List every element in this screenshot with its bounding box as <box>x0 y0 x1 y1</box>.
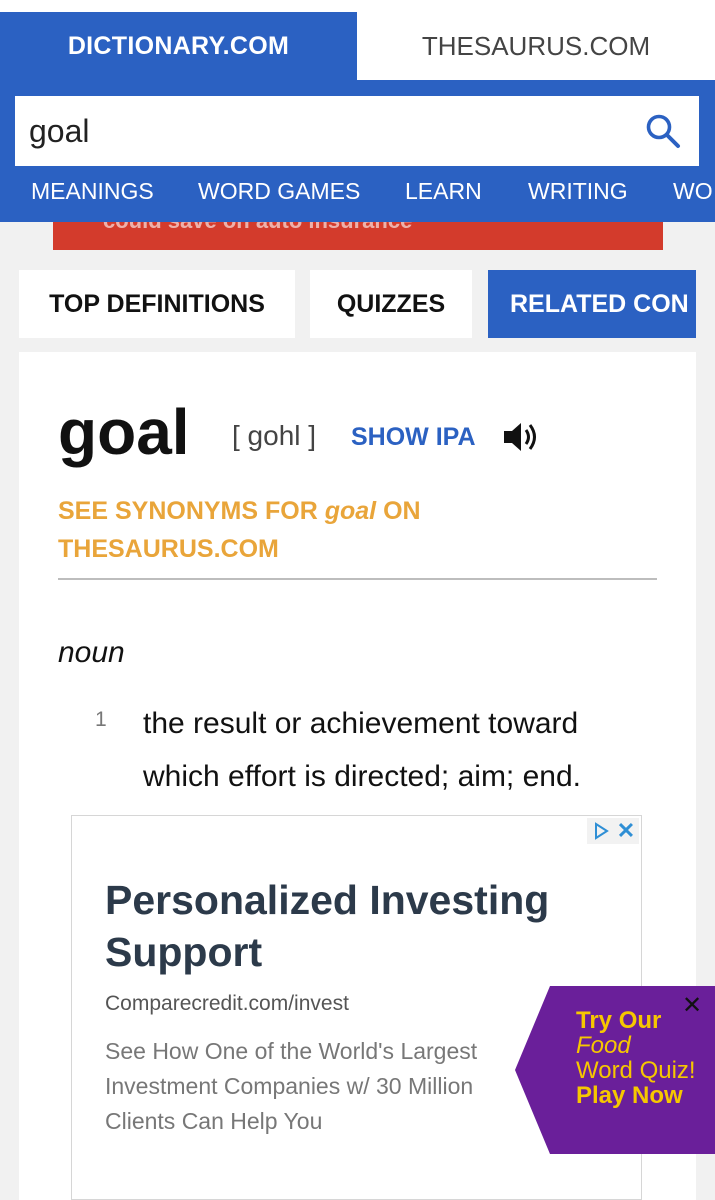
tab-related-label: RELATED CON <box>510 290 689 318</box>
definition-number: 1 <box>95 708 107 731</box>
ad-choices-icon[interactable] <box>587 818 613 844</box>
promo-word-quiz: Word Quiz! <box>576 1057 696 1084</box>
promo-play-now: Play Now <box>576 1082 683 1109</box>
nav-word-games[interactable]: WORD GAMES <box>198 178 360 205</box>
tab-dictionary[interactable]: DICTIONARY.COM <box>0 12 357 80</box>
tab-quizzes[interactable]: QUIZZES <box>310 270 472 338</box>
quiz-promo-text[interactable]: Try Our Food Word Quiz! Play Now <box>576 1008 706 1108</box>
search-bar <box>15 96 699 166</box>
nav-meanings[interactable]: MEANINGS <box>31 178 154 205</box>
nav-writing[interactable]: WRITING <box>528 178 628 205</box>
pronunciation: [ gohl ] <box>232 420 317 451</box>
promo-food: Food <box>576 1032 631 1059</box>
promo-banner[interactable]: could save on auto insurance <box>53 222 663 250</box>
ad-title[interactable]: Personalized Investing Support <box>105 874 605 978</box>
divider <box>58 578 657 580</box>
close-icon[interactable]: ✕ <box>613 818 639 844</box>
nav-more[interactable]: WO <box>673 178 713 205</box>
show-ipa-button[interactable]: SHOW IPA <box>351 423 476 452</box>
tab-thesaurus[interactable]: THESAURUS.COM <box>357 12 715 80</box>
definition-text: the result or achievement toward which e… <box>143 707 581 793</box>
tab-related-content[interactable]: RELATED CON <box>488 270 696 338</box>
main-nav: MEANINGS WORD GAMES LEARN WRITING WO <box>0 178 715 212</box>
nav-learn[interactable]: LEARN <box>405 178 482 205</box>
part-of-speech: noun <box>58 636 125 669</box>
tab-top-definitions[interactable]: TOP DEFINITIONS <box>19 270 295 338</box>
synonyms-word: goal <box>324 497 377 525</box>
speaker-icon[interactable] <box>502 420 540 454</box>
promo-banner-text: could save on auto insurance <box>103 222 412 234</box>
ad-description: See How One of the World's Largest Inves… <box>105 1038 478 1134</box>
headword: goal <box>58 396 190 468</box>
synonyms-prefix: SEE SYNONYMS FOR <box>58 497 325 525</box>
search-input[interactable] <box>29 96 629 166</box>
search-icon[interactable] <box>645 113 681 149</box>
promo-try-our: Try Our <box>576 1007 662 1034</box>
ad-url[interactable]: Comparecredit.com/invest <box>105 992 349 1016</box>
status-strip <box>0 0 715 12</box>
see-synonyms-link[interactable]: SEE SYNONYMS FOR goal ON THESAURUS.COM <box>58 492 498 568</box>
promo-close-icon[interactable]: ✕ <box>682 994 702 1018</box>
